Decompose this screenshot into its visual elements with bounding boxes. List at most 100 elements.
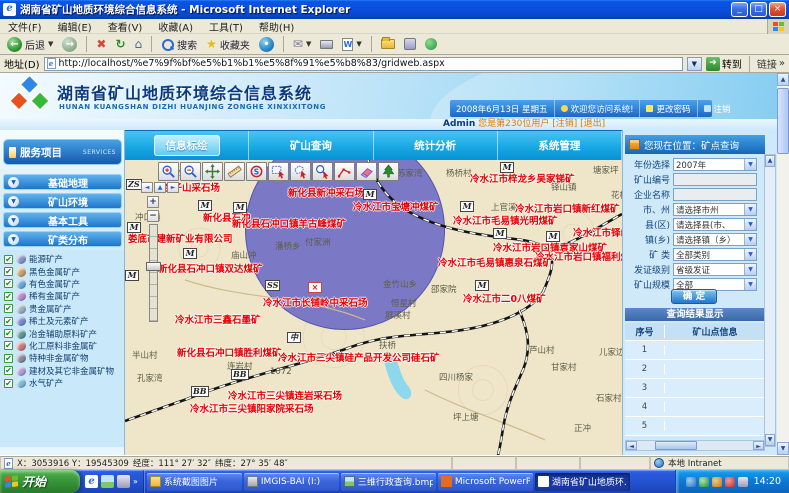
- layer-checkbox[interactable]: ✔: [4, 354, 13, 363]
- layer-checkbox[interactable]: ✔: [4, 379, 13, 388]
- field-control[interactable]: ▼: [673, 188, 757, 201]
- layer-checkbox[interactable]: ✔: [4, 341, 13, 350]
- tray-network-icon[interactable]: [686, 477, 696, 487]
- rect-select-tool[interactable]: [268, 162, 289, 181]
- scroll-left-icon[interactable]: ◄: [626, 441, 637, 450]
- sidebar-section-button[interactable]: ▼ 基础地理: [3, 174, 122, 190]
- scroll-up-icon[interactable]: ▲: [765, 155, 775, 167]
- field-control[interactable]: 请选择镇（乡） ▼: [673, 233, 757, 246]
- mine-marker[interactable]: M: [198, 200, 212, 211]
- menu-item[interactable]: 收藏(A): [150, 19, 201, 34]
- taskbar-task[interactable]: IMGIS-BAI (I:): [244, 473, 339, 491]
- select-dropdown-icon[interactable]: ▼: [744, 219, 756, 230]
- layer-tree-tool[interactable]: [378, 162, 399, 181]
- admin-exit-link[interactable]: [退出]: [580, 119, 605, 129]
- sidebar-section-button[interactable]: ▼ 矿类分布: [3, 231, 122, 247]
- zoom-in-tool[interactable]: [158, 162, 179, 181]
- media-player-icon[interactable]: [117, 475, 130, 488]
- pan-left-button[interactable]: ◄: [141, 182, 153, 193]
- mine-marker[interactable]: ZS: [126, 179, 142, 190]
- favorites-button[interactable]: ★收藏夹: [203, 36, 253, 53]
- select-dropdown-icon[interactable]: ▼: [744, 204, 756, 215]
- layer-item[interactable]: ✔ 建材及其它非金属矿物: [4, 365, 124, 377]
- taskbar-task[interactable]: 湖南省矿山地质环...: [535, 473, 630, 491]
- menu-item[interactable]: 帮助(H): [251, 19, 302, 34]
- mine-marker[interactable]: M: [233, 202, 247, 213]
- erase-tool[interactable]: [356, 162, 377, 181]
- back-button[interactable]: ←后退▼: [4, 36, 56, 53]
- layer-checkbox[interactable]: ✔: [4, 329, 13, 338]
- draw-line-tool[interactable]: [334, 162, 355, 181]
- mine-marker[interactable]: ×: [308, 282, 322, 293]
- forward-button[interactable]: →: [59, 36, 80, 53]
- layer-checkbox[interactable]: ✔: [4, 304, 13, 313]
- scrollbar-thumb[interactable]: [655, 441, 697, 450]
- mine-marker[interactable]: M: [125, 270, 139, 281]
- zoom-slider-handle[interactable]: [146, 262, 161, 271]
- search-button[interactable]: 搜索: [158, 36, 200, 53]
- layer-item[interactable]: ✔ 冶金辅助原料矿产: [4, 327, 124, 339]
- layer-item[interactable]: ✔ 能源矿产: [4, 253, 124, 265]
- menu-item[interactable]: 工具(T): [201, 19, 251, 34]
- menu-item[interactable]: 查看(V): [100, 19, 151, 34]
- tray-display-icon[interactable]: [738, 477, 748, 487]
- mine-marker[interactable]: M: [493, 228, 507, 239]
- quicklaunch-more-icon[interactable]: »: [133, 477, 138, 486]
- layer-item[interactable]: ✔ 稀有金属矿产: [4, 290, 124, 302]
- scroll-right-icon[interactable]: ►: [753, 441, 764, 450]
- field-control[interactable]: 2007年 ▼: [673, 158, 757, 171]
- nav-tab[interactable]: 信息标绘: [125, 131, 249, 160]
- table-row[interactable]: 2: [625, 360, 765, 379]
- zoom-out-tool[interactable]: [180, 162, 201, 181]
- mine-marker[interactable]: M: [127, 222, 141, 233]
- mine-marker[interactable]: M: [460, 201, 474, 212]
- buffer-query-tool[interactable]: S: [246, 162, 267, 181]
- edit-button[interactable]: W▼: [339, 37, 364, 52]
- scroll-down-icon[interactable]: ▼: [765, 434, 775, 446]
- home-button[interactable]: ⌂: [132, 36, 146, 52]
- field-control[interactable]: 全部类别 ▼: [673, 248, 757, 261]
- select-dropdown-icon[interactable]: ▼: [744, 279, 756, 290]
- layer-item[interactable]: ✔ 黑色金属矿产: [4, 265, 124, 277]
- confirm-button[interactable]: 确 定: [671, 289, 717, 304]
- mine-marker[interactable]: M: [363, 189, 377, 200]
- layer-item[interactable]: ✔ 特种非金属矿物: [4, 352, 124, 364]
- nav-tab[interactable]: 统计分析: [374, 131, 498, 160]
- zoom-minus-button[interactable]: −: [147, 210, 159, 222]
- browser-vertical-scrollbar[interactable]: ▲ ▼: [777, 73, 789, 455]
- scrollbar-thumb[interactable]: [777, 88, 789, 154]
- close-button[interactable]: ×: [769, 2, 786, 17]
- discuss-button[interactable]: [401, 37, 419, 51]
- pan-up-button[interactable]: ▲: [154, 182, 166, 193]
- layer-checkbox[interactable]: ✔: [4, 255, 13, 264]
- tray-antivirus-icon[interactable]: [699, 477, 709, 487]
- layer-checkbox[interactable]: ✔: [4, 279, 13, 288]
- layer-checkbox[interactable]: ✔: [4, 317, 13, 326]
- menu-item[interactable]: 编辑(E): [50, 19, 100, 34]
- taskbar-task[interactable]: 三维行政查询.bmp: [341, 473, 436, 491]
- layer-item[interactable]: ✔ 水气矿产: [4, 377, 124, 389]
- pan-tool[interactable]: [202, 162, 223, 181]
- map-viewport[interactable]: 大水坪苏家湾杨桥村塘家坪铎山镇花桥上官溪冲口镇潘桥乡付家洲庙山冲金竹山乡邵家院恒…: [125, 160, 622, 455]
- menu-item[interactable]: 文件(F): [0, 19, 50, 34]
- taskbar-task[interactable]: Microsoft PowerP...: [438, 473, 533, 491]
- mine-marker[interactable]: 中: [287, 332, 301, 343]
- field-control[interactable]: 请选择市州 ▼: [673, 203, 757, 216]
- zoom-plus-button[interactable]: +: [147, 196, 159, 208]
- stop-button[interactable]: ✖: [93, 36, 109, 52]
- layer-item[interactable]: ✔ 化工原料非金属矿: [4, 340, 124, 352]
- layer-item[interactable]: ✔ 贵金属矿产: [4, 303, 124, 315]
- mine-marker[interactable]: M: [500, 162, 514, 173]
- measure-tool[interactable]: [224, 162, 245, 181]
- results-horizontal-scrollbar[interactable]: ◄ ►: [625, 440, 765, 451]
- minimize-button[interactable]: _: [731, 2, 748, 17]
- identify-tool[interactable]: [312, 162, 333, 181]
- layer-checkbox[interactable]: ✔: [4, 366, 13, 375]
- sidebar-section-button[interactable]: ▼ 基本工具: [3, 212, 122, 228]
- mine-marker[interactable]: M: [546, 231, 560, 242]
- tray-security-icon[interactable]: [725, 477, 735, 487]
- maximize-button[interactable]: □: [750, 2, 767, 17]
- change-password-link[interactable]: 更改密码: [639, 100, 696, 117]
- zoom-slider-track[interactable]: [149, 224, 158, 322]
- mine-marker[interactable]: M: [183, 248, 197, 259]
